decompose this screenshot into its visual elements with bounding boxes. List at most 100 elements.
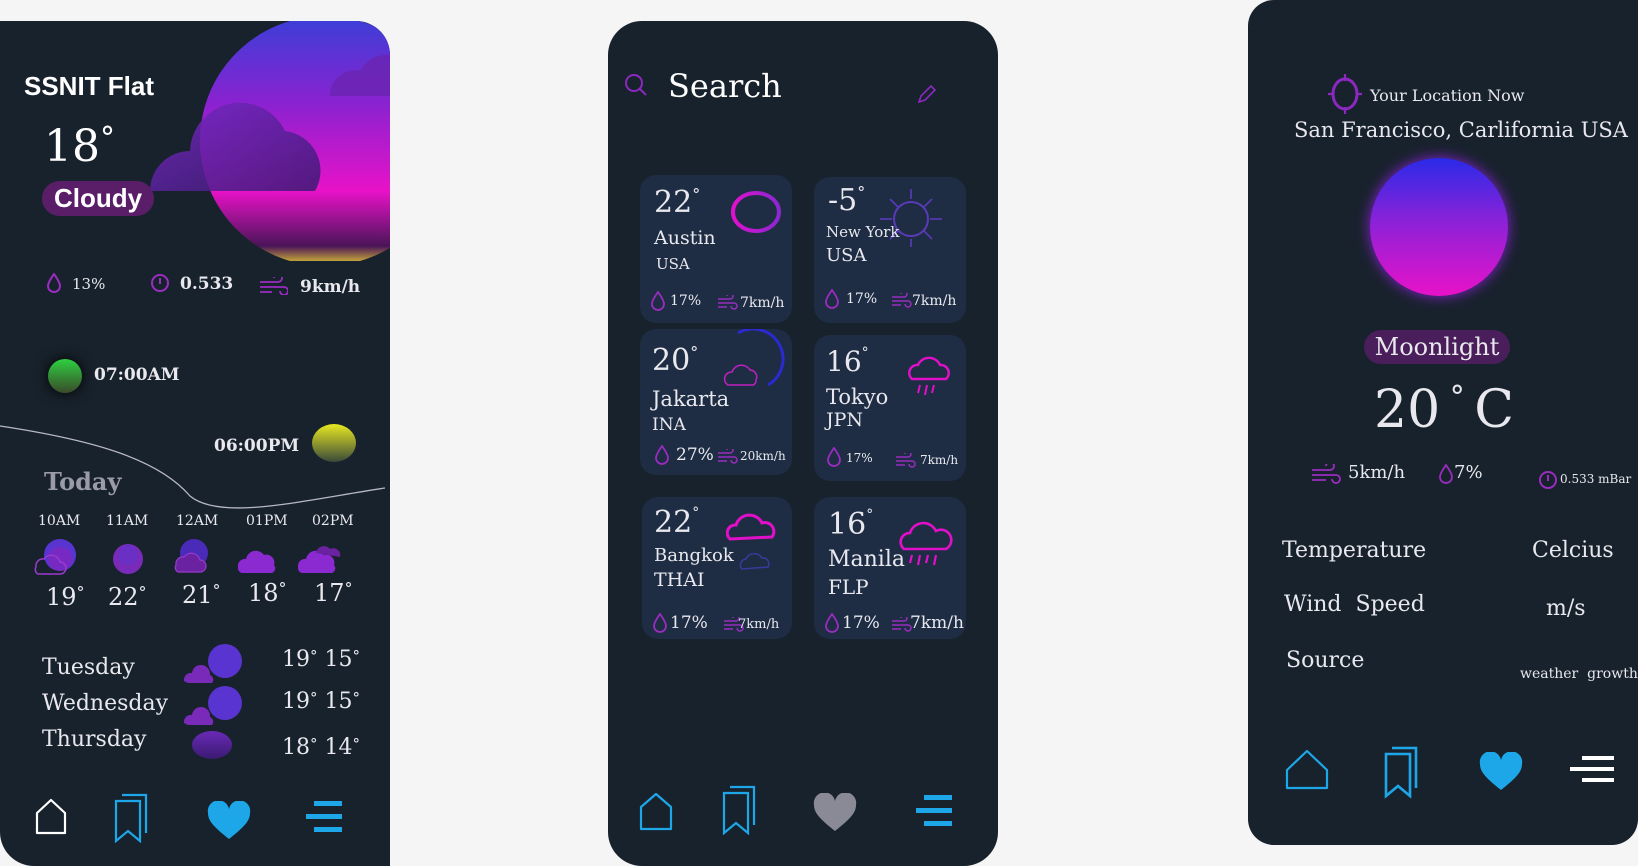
bookmark-icon[interactable]	[1382, 744, 1424, 800]
hour-temp: 17°	[314, 579, 353, 607]
sunset-icon	[312, 424, 356, 462]
humidity-value: 17%	[842, 613, 880, 633]
cloud-icon	[237, 550, 276, 573]
city-card-bangkok[interactable]: 22° Bangkok THAI 17% 7km/h	[642, 497, 792, 639]
cloud-icon	[723, 329, 785, 387]
location-title: SSNIT Flat	[24, 71, 155, 101]
humidity-value: 13%	[72, 275, 106, 293]
setting-value-source[interactable]: weather growth	[1520, 666, 1638, 682]
rain-icon	[899, 521, 953, 566]
drop-icon	[651, 291, 665, 311]
sunset-time: 06:00PM	[214, 436, 300, 456]
daily-temps: 18° 14°	[282, 735, 360, 760]
wind-value: 7km/h	[912, 293, 957, 309]
current-temp: 18°	[44, 121, 115, 172]
location-caption: Your Location Now	[1370, 86, 1525, 105]
setting-label-temperature: Temperature	[1282, 538, 1427, 563]
moon-cloud-icon	[34, 539, 76, 575]
country-name: USA	[826, 245, 867, 266]
city-temp: 16°	[826, 345, 869, 378]
heart-icon[interactable]	[812, 793, 858, 833]
home-icon[interactable]	[1284, 748, 1330, 790]
wind-icon	[718, 449, 738, 464]
humidity-value: 17%	[846, 291, 878, 307]
wind-icon	[1312, 464, 1341, 484]
city-card-tokyo[interactable]: 16° Tokyo JPN 17% 7km/h	[814, 335, 966, 481]
menu-icon[interactable]	[1568, 754, 1616, 786]
wind-value: 9km/h	[300, 277, 361, 297]
search-icon[interactable]	[624, 73, 648, 97]
wind-value: 7km/h	[920, 453, 959, 467]
cloud-icon	[297, 546, 341, 573]
current-temp: 20 ° C	[1374, 380, 1515, 440]
city-card-jakarta[interactable]: 20° Jakarta INA 27% 20km/h	[640, 329, 792, 475]
city-search-screen: Search 22° Austin USA 17% 7km/h -5° New …	[608, 21, 998, 866]
city-name: Bangkok	[654, 545, 734, 566]
location-name: San Francisco, Carlifornia USA	[1294, 118, 1628, 142]
home-icon[interactable]	[34, 797, 68, 835]
wind-icon	[718, 295, 738, 310]
hour-temp: 19°	[46, 583, 85, 611]
pressure-value: 0.533 mBar	[1560, 472, 1632, 486]
city-name: New York	[826, 223, 900, 241]
hour-temp: 18°	[248, 579, 287, 607]
wind-icon	[896, 453, 916, 468]
drop-icon	[653, 613, 667, 633]
city-name: Tokyo	[826, 385, 889, 409]
pressure-value: 0.533	[180, 274, 234, 294]
humidity-value: 17%	[846, 451, 873, 465]
wind-value: 7km/h	[738, 617, 780, 632]
daily-temps: 19° 15°	[282, 689, 360, 714]
setting-value-temperature[interactable]: Celcius	[1532, 538, 1614, 563]
city-temp: 20°	[652, 343, 699, 378]
pressure-icon	[151, 274, 169, 292]
daily-day: Wednesday	[42, 691, 169, 716]
country-name: USA	[656, 255, 690, 273]
pressure-icon	[1539, 471, 1557, 489]
country-name: THAI	[654, 569, 705, 591]
menu-icon[interactable]	[304, 799, 344, 835]
today-label: Today	[44, 467, 122, 496]
moon-icon	[731, 191, 781, 233]
hour-time: 01PM	[246, 513, 288, 529]
wind-value: 7km/h	[910, 613, 964, 633]
home-icon[interactable]	[638, 791, 674, 831]
daily-day: Tuesday	[42, 655, 135, 680]
hour-time: 11AM	[106, 513, 149, 529]
bookmark-icon[interactable]	[720, 783, 760, 837]
humidity-value: 17%	[670, 613, 708, 633]
daily-temps: 19° 15°	[282, 647, 360, 672]
city-card-austin[interactable]: 22° Austin USA 17% 7km/h	[640, 175, 792, 323]
city-temp: -5°	[828, 183, 866, 218]
humidity-value: 7%	[1454, 462, 1483, 483]
setting-value-wind-speed[interactable]: m/s	[1546, 596, 1586, 621]
daily-day: Thursday	[42, 727, 147, 752]
moon-icon	[1370, 158, 1508, 296]
cloud-icon	[726, 513, 776, 570]
city-card-manila[interactable]: 16° Manila FLP 17% 7km/h	[814, 497, 966, 639]
sunrise-time: 07:00AM	[94, 365, 180, 385]
drop-icon	[1439, 464, 1453, 484]
hourly-forecast: 10AM 11AM 12AM 01PM 02PM 19° 22° 21° 18°…	[30, 513, 370, 643]
setting-label-source: Source	[1286, 648, 1365, 673]
moon-icon	[192, 731, 232, 759]
search-input[interactable]: Search	[668, 67, 782, 105]
hour-time: 02PM	[312, 513, 354, 529]
drop-icon	[46, 273, 62, 293]
wind-icon	[892, 293, 912, 308]
heart-icon[interactable]	[1478, 752, 1524, 792]
country-name: INA	[652, 415, 686, 435]
city-name: Manila	[828, 547, 905, 572]
moon-icon	[113, 544, 143, 574]
city-temp: 16°	[828, 507, 874, 542]
heart-icon[interactable]	[206, 801, 252, 841]
city-temp: 22°	[654, 185, 701, 220]
bookmark-icon[interactable]	[112, 791, 152, 843]
wind-icon	[892, 617, 912, 632]
city-card-new-york[interactable]: -5° New York USA 17% 7km/h	[814, 177, 966, 323]
drop-icon	[827, 447, 841, 467]
menu-icon[interactable]	[914, 793, 954, 829]
edit-icon[interactable]	[916, 83, 938, 105]
condition-badge: Moonlight	[1364, 330, 1510, 364]
weather-home-screen: SSNIT Flat 18° Cloudy 13% 0.533 9km/h 07…	[0, 21, 390, 866]
